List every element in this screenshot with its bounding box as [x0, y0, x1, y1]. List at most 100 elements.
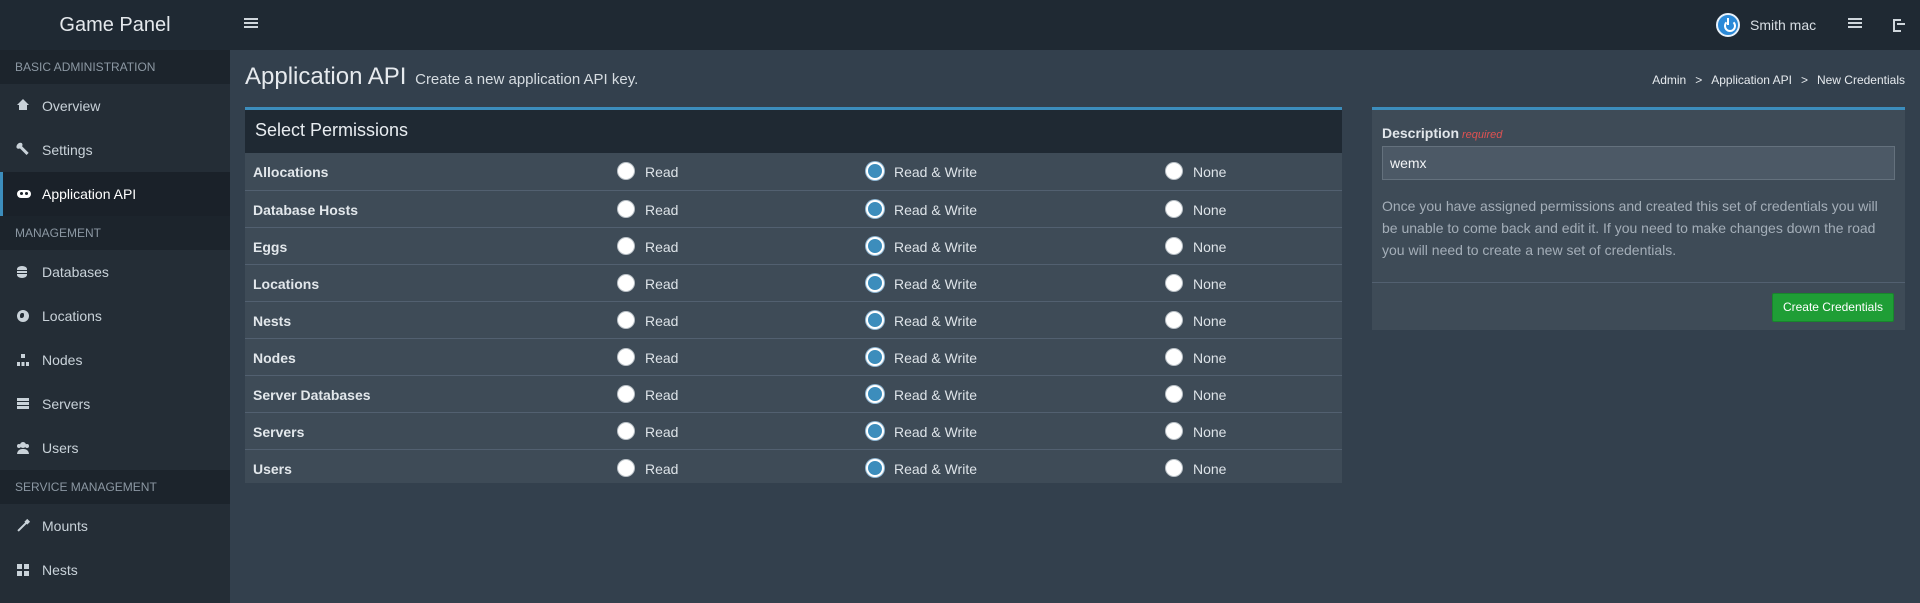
- breadcrumb-item-application-api[interactable]: Application API: [1711, 73, 1792, 87]
- sidebar-item-nests[interactable]: Nests: [0, 548, 230, 592]
- sidebar-item-settings[interactable]: Settings: [0, 128, 230, 172]
- breadcrumb: Admin > Application API > New Credentials: [1652, 73, 1905, 87]
- sidebar-item-label: Overview: [42, 98, 101, 114]
- radio-button[interactable]: [866, 237, 884, 255]
- sidebar-item-databases[interactable]: Databases: [0, 250, 230, 294]
- radio-label: Read & Write: [894, 276, 977, 292]
- description-label-text: Description: [1382, 125, 1460, 141]
- radio-button[interactable]: [617, 237, 635, 255]
- radio-label: Read: [645, 387, 679, 403]
- sidebar-item-label: Locations: [42, 308, 102, 324]
- breadcrumb-item-admin[interactable]: Admin: [1652, 73, 1686, 87]
- sidebar-item-label: Mounts: [42, 518, 88, 534]
- radio-button[interactable]: [1165, 311, 1183, 329]
- description-input[interactable]: wemx: [1382, 146, 1895, 180]
- radio-label: Read & Write: [894, 313, 977, 329]
- permission-name: Allocations: [253, 164, 329, 180]
- radio-button[interactable]: [617, 422, 635, 440]
- page-title-text: Application API: [245, 63, 407, 90]
- th-icon: [17, 564, 29, 576]
- top-navbar: Game Panel Smith mac: [0, 0, 1920, 50]
- permission-name: Nodes: [253, 350, 296, 366]
- permission-row: Locations Read Read & Write None: [245, 264, 1342, 301]
- page-title: Application API Create a new application…: [245, 63, 638, 91]
- sidebar-item-label: Settings: [42, 142, 93, 158]
- radio-label: Read: [645, 461, 679, 477]
- sidebar-item-label: Nodes: [42, 352, 83, 368]
- radio-button[interactable]: [617, 385, 635, 403]
- radio-button[interactable]: [1165, 274, 1183, 292]
- radio-label: None: [1193, 313, 1227, 329]
- page-subtitle: Create a new application API key.: [415, 71, 639, 88]
- radio-button[interactable]: [1165, 422, 1183, 440]
- server-list-icon[interactable]: [1848, 18, 1862, 30]
- user-name[interactable]: Smith mac: [1750, 17, 1816, 33]
- sidebar-toggle-icon[interactable]: [244, 16, 258, 30]
- sidebar-item-locations[interactable]: Locations: [0, 294, 230, 338]
- brand-logo[interactable]: Game Panel: [0, 0, 230, 50]
- users-icon: [17, 442, 29, 454]
- sidebar-item-nodes[interactable]: Nodes: [0, 338, 230, 382]
- radio-label: None: [1193, 424, 1227, 440]
- radio-label: None: [1193, 239, 1227, 255]
- radio-button[interactable]: [866, 311, 884, 329]
- permission-row: Server Databases Read Read & Write None: [245, 375, 1342, 412]
- permissions-panel: Select Permissions Allocations Read Read &…: [245, 107, 1342, 483]
- permission-row: Nests Read Read & Write None: [245, 301, 1342, 338]
- description-label: Description required: [1382, 125, 1502, 141]
- sidebar-item-overview[interactable]: Overview: [0, 84, 230, 128]
- permission-name: Nests: [253, 313, 292, 329]
- description-footer: Create Credentials: [1372, 282, 1905, 330]
- radio-button[interactable]: [617, 311, 635, 329]
- sidebar-item-mounts[interactable]: Mounts: [0, 504, 230, 548]
- radio-label: Read & Write: [894, 202, 977, 218]
- radio-label: Read & Write: [894, 461, 977, 477]
- radio-button[interactable]: [617, 348, 635, 366]
- permissions-table: Allocations Read Read & Write None Database …: [245, 153, 1342, 486]
- sidebar-item-servers[interactable]: Servers: [0, 382, 230, 426]
- radio-button[interactable]: [617, 200, 635, 218]
- radio-button[interactable]: [866, 348, 884, 366]
- radio-button[interactable]: [1165, 348, 1183, 366]
- radio-button[interactable]: [866, 385, 884, 403]
- radio-label: None: [1193, 164, 1227, 180]
- radio-button[interactable]: [1165, 162, 1183, 180]
- radio-button[interactable]: [866, 162, 884, 180]
- sidebar-section-title: MANAGEMENT: [0, 216, 230, 250]
- server-icon: [17, 398, 29, 410]
- radio-button[interactable]: [1165, 385, 1183, 403]
- radio-button[interactable]: [1165, 237, 1183, 255]
- permission-name: Server Databases: [253, 387, 371, 403]
- radio-button[interactable]: [617, 274, 635, 292]
- radio-label: Read: [645, 350, 679, 366]
- radio-button[interactable]: [617, 459, 635, 477]
- sidebar-item-users[interactable]: Users: [0, 426, 230, 470]
- radio-button[interactable]: [1165, 200, 1183, 218]
- sign-out-icon[interactable]: [1893, 18, 1907, 32]
- radio-label: Read: [645, 424, 679, 440]
- radio-button[interactable]: [617, 162, 635, 180]
- radio-label: Read & Write: [894, 424, 977, 440]
- sidebar-item-label: Application API: [42, 186, 137, 202]
- permission-row: Servers Read Read & Write None: [245, 412, 1342, 449]
- radio-button[interactable]: [866, 459, 884, 477]
- radio-label: Read & Write: [894, 350, 977, 366]
- radio-label: Read: [645, 313, 679, 329]
- radio-label: Read: [645, 276, 679, 292]
- sidebar-section-title: BASIC ADMINISTRATION: [0, 50, 230, 84]
- create-credentials-button[interactable]: Create Credentials: [1771, 293, 1894, 322]
- sidebar-item-application-api[interactable]: Application API: [0, 172, 230, 216]
- permission-name: Servers: [253, 424, 305, 440]
- radio-label: Read & Write: [894, 239, 977, 255]
- permission-name: Locations: [253, 276, 320, 292]
- permission-row: Nodes Read Read & Write None: [245, 338, 1342, 375]
- radio-button[interactable]: [866, 422, 884, 440]
- radio-button[interactable]: [866, 274, 884, 292]
- permissions-title: Select Permissions: [245, 110, 1342, 153]
- radio-label: Read & Write: [894, 387, 977, 403]
- user-avatar[interactable]: [1716, 13, 1740, 37]
- radio-button[interactable]: [1165, 459, 1183, 477]
- permission-name: Eggs: [253, 239, 288, 255]
- radio-button[interactable]: [866, 200, 884, 218]
- sidebar-item-label: Users: [42, 440, 79, 456]
